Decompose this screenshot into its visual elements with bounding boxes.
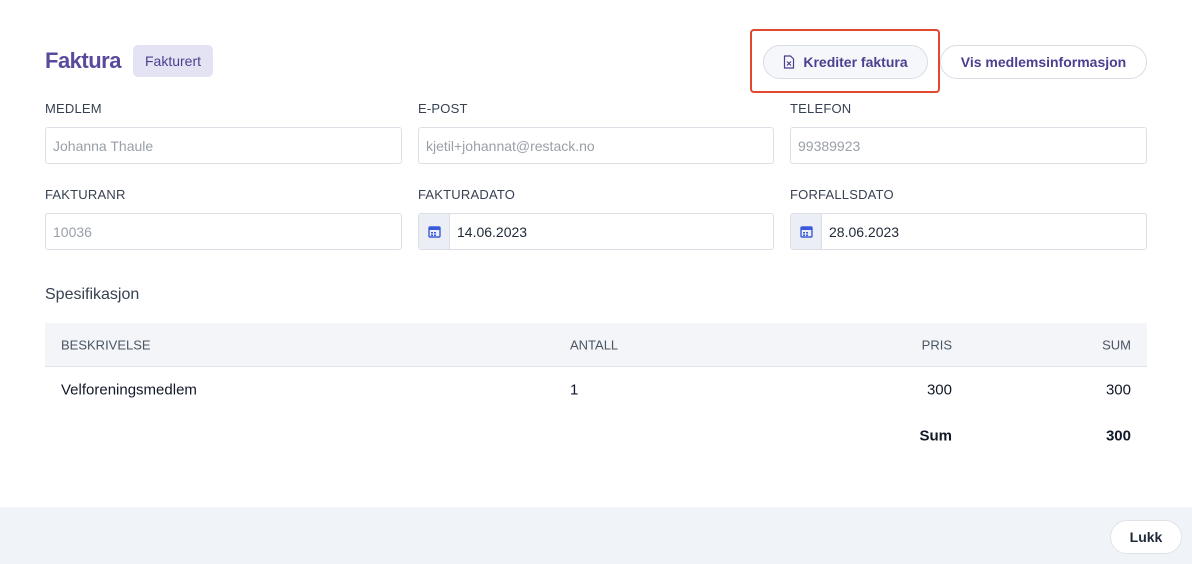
invoice-number-label: FAKTURANR — [45, 187, 126, 202]
phone-value: 99389923 — [798, 137, 861, 154]
invoice-date-field[interactable]: 14.06.2023 — [418, 213, 774, 250]
member-value: Johanna Thaule — [53, 137, 154, 154]
total-label: Sum — [919, 427, 952, 445]
invoice-number-field[interactable]: 10036 — [45, 213, 402, 250]
invoice-date-label: FAKTURADATO — [418, 187, 516, 202]
member-label: MEDLEM — [45, 101, 102, 116]
file-x-icon — [784, 55, 795, 69]
invoice-date-value: 14.06.2023 — [457, 223, 528, 240]
column-price: PRIS — [921, 337, 952, 352]
modal-footer: Lukk — [0, 507, 1192, 564]
due-date-value: 28.06.2023 — [829, 223, 900, 240]
invoice-header: Faktura Fakturert — [45, 45, 213, 77]
row-quantity: 1 — [570, 381, 579, 399]
row-sum: 300 — [1105, 381, 1131, 399]
table-header: BESKRIVELSE ANTALL PRIS SUM — [45, 323, 1147, 367]
total-value: 300 — [1105, 427, 1131, 445]
email-field[interactable]: kjetil+johannat@restack.no — [418, 127, 774, 164]
due-date-field[interactable]: 28.06.2023 — [790, 213, 1147, 250]
show-member-info-label: Vis medlemsinformasjon — [960, 54, 1127, 70]
table-total-row: Sum 300 — [45, 413, 1147, 459]
credit-invoice-label: Krediter faktura — [803, 54, 908, 70]
specification-table: BESKRIVELSE ANTALL PRIS SUM Velforenings… — [45, 323, 1147, 459]
specification-title: Spesifikasjon — [45, 286, 140, 303]
calendar-icon[interactable] — [791, 214, 822, 249]
calendar-icon[interactable] — [419, 214, 450, 249]
page-title: Faktura — [45, 48, 121, 73]
row-price: 300 — [926, 381, 952, 399]
close-button[interactable]: Lukk — [1110, 520, 1182, 554]
invoice-number-value: 10036 — [53, 223, 92, 240]
row-description: Velforeningsmedlem — [61, 381, 197, 399]
email-label: E-POST — [418, 101, 468, 116]
phone-field[interactable]: 99389923 — [790, 127, 1147, 164]
status-badge: Fakturert — [132, 45, 213, 77]
phone-label: TELEFON — [790, 101, 852, 116]
email-value: kjetil+johannat@restack.no — [426, 137, 595, 154]
table-row: Velforeningsmedlem 1 300 300 — [45, 367, 1147, 413]
member-field[interactable]: Johanna Thaule — [45, 127, 402, 164]
column-sum: SUM — [1102, 337, 1131, 352]
show-member-info-button[interactable]: Vis medlemsinformasjon — [940, 45, 1147, 79]
credit-invoice-button[interactable]: Krediter faktura — [763, 45, 928, 79]
column-quantity: ANTALL — [570, 337, 619, 352]
column-description: BESKRIVELSE — [61, 337, 151, 352]
due-date-label: FORFALLSDATO — [790, 187, 894, 202]
